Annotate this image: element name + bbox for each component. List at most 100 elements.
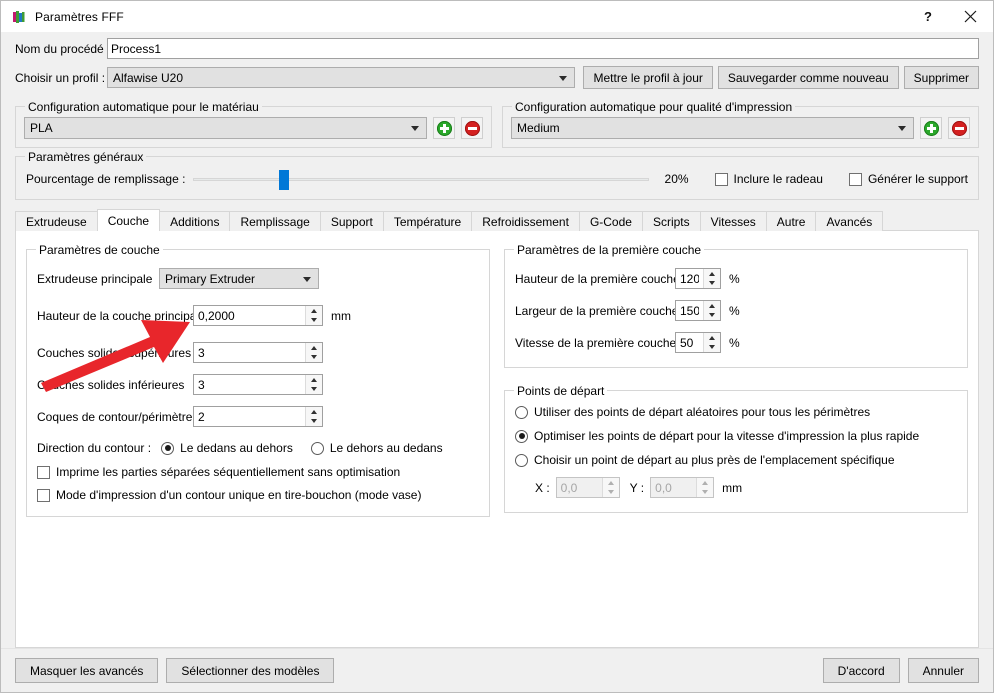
radio-inside-out-icon[interactable] — [161, 441, 175, 455]
top-solid-layers-input[interactable] — [194, 343, 305, 362]
stepper-up-icon[interactable] — [704, 269, 720, 279]
close-icon[interactable] — [948, 1, 993, 32]
stepper-down-icon[interactable] — [306, 385, 322, 395]
outline-shells-input[interactable] — [194, 407, 305, 426]
add-quality-button[interactable] — [920, 117, 942, 139]
primary-layer-height-input[interactable] — [194, 306, 305, 325]
tab-vitesses[interactable]: Vitesses — [699, 211, 767, 231]
delete-profile-button[interactable]: Supprimer — [903, 66, 979, 89]
bottom-solid-layers-input[interactable] — [194, 375, 305, 394]
primary-layer-height-stepper[interactable] — [193, 305, 323, 326]
tab-avanc-s[interactable]: Avancés — [815, 211, 884, 231]
stepper-down-icon[interactable] — [704, 343, 720, 353]
select-models-button[interactable]: Sélectionner des modèles — [166, 658, 335, 683]
tab-refroidissement[interactable]: Refroidissement — [471, 211, 580, 231]
stepper-buttons[interactable] — [703, 333, 720, 352]
stepper-up-icon[interactable] — [697, 478, 713, 488]
first-layer-width-input[interactable] — [676, 301, 703, 320]
stepper-buttons[interactable] — [305, 375, 322, 394]
tab-g-code[interactable]: G-Code — [578, 211, 643, 231]
stepper-buttons[interactable] — [703, 269, 720, 288]
start-point-optimize-radio[interactable]: Optimiser les points de départ pour la v… — [515, 429, 957, 443]
save-as-new-button[interactable]: Sauvegarder comme nouveau — [717, 66, 899, 89]
generate-support-label: Générer le support — [867, 172, 968, 186]
stepper-up-icon[interactable] — [704, 333, 720, 343]
bottom-solid-layers-stepper[interactable] — [193, 374, 323, 395]
first-layer-width-stepper[interactable] — [675, 300, 721, 321]
infill-percentage-slider[interactable] — [193, 169, 649, 190]
stepper-down-icon[interactable] — [603, 488, 619, 498]
start-point-y-input[interactable] — [651, 478, 697, 497]
stepper-up-icon[interactable] — [306, 343, 322, 353]
start-point-specific-radio[interactable]: Choisir un point de départ au plus près … — [515, 453, 957, 467]
tab-remplissage[interactable]: Remplissage — [229, 211, 321, 231]
add-material-button[interactable] — [433, 117, 455, 139]
stepper-up-icon[interactable] — [306, 306, 322, 316]
primary-extruder-select[interactable]: Primary Extruder — [159, 268, 319, 289]
start-point-y-stepper[interactable] — [650, 477, 715, 498]
tab-couche[interactable]: Couche — [96, 209, 161, 231]
cancel-button[interactable]: Annuler — [907, 658, 979, 683]
process-name-input[interactable] — [107, 38, 979, 59]
slider-track — [193, 178, 649, 181]
stepper-buttons[interactable] — [305, 343, 322, 362]
start-point-x-stepper[interactable] — [555, 477, 620, 498]
profile-select[interactable]: Alfawise U20 — [107, 67, 576, 88]
ok-button[interactable]: D'accord — [822, 658, 900, 683]
stepper-up-icon[interactable] — [306, 407, 322, 417]
remove-material-button[interactable] — [461, 117, 483, 139]
quality-select[interactable]: Medium — [511, 117, 914, 139]
outline-inside-out-label[interactable]: Le dedans au dehors — [180, 441, 293, 455]
first-layer-height-input[interactable] — [676, 269, 703, 288]
stepper-down-icon[interactable] — [306, 316, 322, 326]
tab-temp-rature[interactable]: Température — [382, 211, 473, 231]
tab-additions[interactable]: Additions — [159, 211, 231, 231]
radio-outside-in-icon[interactable] — [310, 441, 324, 455]
update-profile-button[interactable]: Mettre le profil à jour — [583, 66, 713, 89]
help-icon[interactable]: ? — [908, 1, 948, 32]
radio-specific-icon[interactable] — [515, 453, 528, 467]
tab-extrudeuse[interactable]: Extrudeuse — [15, 211, 98, 231]
stepper-buttons[interactable] — [703, 301, 720, 320]
stepper-up-icon[interactable] — [603, 478, 619, 488]
process-name-label: Nom du procédé : — [15, 41, 111, 56]
tab-support[interactable]: Support — [319, 211, 384, 231]
stepper-up-icon[interactable] — [306, 375, 322, 385]
layer-settings-title: Paramètres de couche — [36, 243, 163, 257]
outline-shells-stepper[interactable] — [193, 406, 323, 427]
top-solid-layers-stepper[interactable] — [193, 342, 323, 363]
stepper-down-icon[interactable] — [306, 417, 322, 427]
start-point-y-label: Y : — [629, 480, 645, 495]
tab-autre[interactable]: Autre — [765, 211, 817, 231]
stepper-buttons[interactable] — [601, 478, 619, 498]
start-point-x-label: X : — [535, 480, 550, 495]
stepper-buttons[interactable] — [305, 407, 322, 426]
start-point-x-input[interactable] — [556, 478, 602, 497]
first-layer-height-stepper[interactable] — [675, 268, 721, 289]
outline-outside-in-label[interactable]: Le dehors au dedans — [330, 441, 443, 455]
radio-random-icon[interactable] — [515, 405, 528, 419]
stepper-buttons[interactable] — [696, 478, 714, 498]
include-raft-checkbox[interactable]: Inclure le radeau — [714, 172, 823, 186]
generate-support-checkbox[interactable]: Générer le support — [848, 172, 968, 186]
start-point-random-radio[interactable]: Utiliser des points de départ aléatoires… — [515, 405, 957, 419]
remove-quality-button[interactable] — [948, 117, 970, 139]
stepper-down-icon[interactable] — [306, 353, 322, 363]
stepper-down-icon[interactable] — [697, 488, 713, 498]
first-layer-height-row: Hauteur de la première couche % — [515, 268, 957, 289]
material-select[interactable]: PLA — [24, 117, 427, 139]
stepper-up-icon[interactable] — [704, 301, 720, 311]
stepper-down-icon[interactable] — [704, 311, 720, 321]
slider-thumb[interactable] — [279, 170, 290, 190]
hide-advanced-button[interactable]: Masquer les avancés — [15, 658, 159, 683]
first-layer-title: Paramètres de la première couche — [514, 243, 705, 257]
radio-optimize-icon[interactable] — [515, 429, 528, 443]
stepper-down-icon[interactable] — [704, 279, 720, 289]
outline-direction-label: Direction du contour : — [37, 441, 152, 455]
first-layer-speed-input[interactable] — [676, 333, 703, 352]
first-layer-speed-stepper[interactable] — [675, 332, 721, 353]
tab-scripts[interactable]: Scripts — [641, 211, 701, 231]
sequential-printing-checkbox[interactable]: Imprime les parties séparées séquentiell… — [37, 465, 479, 479]
stepper-buttons[interactable] — [305, 306, 322, 325]
vase-mode-checkbox[interactable]: Mode d'impression d'un contour unique en… — [37, 488, 479, 502]
